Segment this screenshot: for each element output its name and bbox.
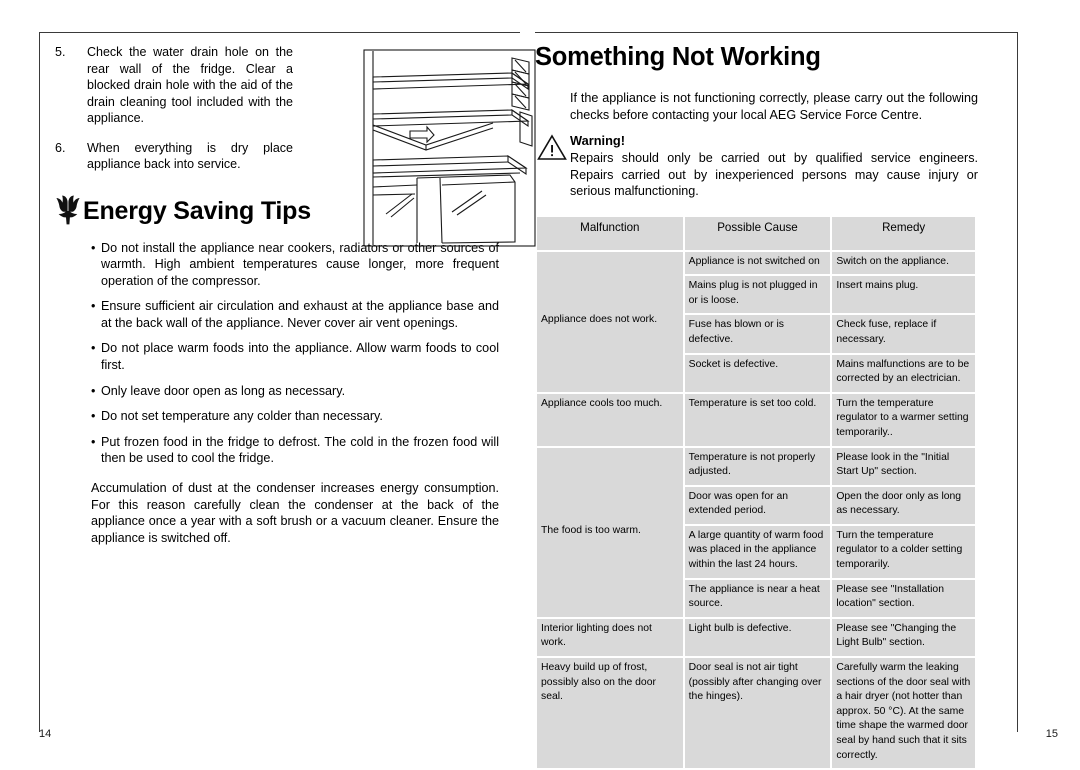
list-item: 5. Check the water drain hole on the rea… xyxy=(55,44,293,127)
cell-remedy: Please see "Installation location" secti… xyxy=(832,579,975,617)
left-page-side-rule xyxy=(39,32,40,732)
left-page: 5. Check the water drain hole on the rea… xyxy=(0,0,536,763)
page-title: Something Not Working xyxy=(535,43,821,71)
cell-cause: Door seal is not air tight (possibly aft… xyxy=(684,658,831,769)
flower-icon xyxy=(55,195,81,225)
table-row: Appliance cools too much. Temperature is… xyxy=(537,393,975,446)
bullet-marker: • xyxy=(91,383,96,398)
left-page-top-rule xyxy=(39,32,520,33)
table-row: The food is too warm. Temperature is not… xyxy=(537,447,975,617)
page-number-left: 14 xyxy=(39,728,52,740)
list-item: • Do not set temperature any colder than… xyxy=(91,408,499,425)
left-page-content: 5. Check the water drain hole on the rea… xyxy=(55,44,536,546)
cell-cause: Fuse has blown or is defective. xyxy=(684,315,831,353)
column-header-possible-cause: Possible Cause xyxy=(684,216,831,250)
list-item: 6. When everything is dry place applianc… xyxy=(55,140,293,173)
table-row: Interior lighting does not work. Light b… xyxy=(537,618,975,657)
list-item: • Do not place warm foods into the appli… xyxy=(91,340,499,373)
right-page: Something Not Working If the appliance i… xyxy=(520,0,1080,769)
page-number-right: 15 xyxy=(1045,728,1058,740)
right-page-side-rule xyxy=(1017,32,1018,732)
cell-cause: Light bulb is defective. xyxy=(684,618,831,657)
energy-tips-list: • Do not install the appliance near cook… xyxy=(91,240,499,468)
bullet-marker: • xyxy=(91,409,96,424)
step-number: 5. xyxy=(55,45,66,59)
intro-paragraph: If the appliance is not functioning corr… xyxy=(570,91,978,122)
numbered-steps-list: 5. Check the water drain hole on the rea… xyxy=(55,44,293,173)
cell-cause: Temperature is not properly adjusted. xyxy=(684,447,831,485)
cell-remedy: Open the door only as long as necessary. xyxy=(832,486,975,524)
cell-remedy: Switch on the appliance. xyxy=(832,251,975,275)
cell-malfunction: Interior lighting does not work. xyxy=(537,618,683,657)
cell-cause: A large quantity of warm food was placed… xyxy=(684,525,831,578)
cell-remedy: Please look in the "Initial Start Up" se… xyxy=(832,447,975,485)
cell-malfunction: Appliance cools too much. xyxy=(537,393,683,446)
cell-remedy: Turn the temperature regulator to a cold… xyxy=(832,525,975,578)
tip-text: Do not set temperature any colder than n… xyxy=(101,409,383,424)
cell-cause: Door was open for an extended period. xyxy=(684,486,831,524)
cell-malfunction: The food is too warm. xyxy=(537,447,683,617)
warning-triangle-icon xyxy=(537,134,567,161)
right-page-content: Something Not Working If the appliance i… xyxy=(535,42,1017,770)
page-title: Energy Saving Tips xyxy=(83,196,311,225)
bullet-marker: • xyxy=(91,299,96,314)
tip-text: Put frozen food in the fridge to defrost… xyxy=(101,434,499,466)
troubleshooting-table: Malfunction Possible Cause Remedy Applia… xyxy=(535,215,977,770)
cell-remedy: Please see "Changing the Light Bulb" sec… xyxy=(832,618,975,657)
step-number: 6. xyxy=(55,140,66,155)
warning-block: Warning! Repairs should only be carried … xyxy=(537,132,978,200)
tip-text: Do not place warm foods into the applian… xyxy=(101,341,499,373)
bullet-marker: • xyxy=(91,341,96,356)
cell-cause: Appliance is not switched on xyxy=(684,251,831,275)
cell-remedy: Mains malfunctions are to be corrected b… xyxy=(832,354,975,392)
list-item: • Ensure sufficient air circulation and … xyxy=(91,298,499,331)
right-page-top-rule xyxy=(535,32,1018,33)
table-header-row: Malfunction Possible Cause Remedy xyxy=(537,216,975,250)
cell-malfunction: Heavy build up of frost, possibly also o… xyxy=(537,658,683,769)
cell-remedy: Carefully warm the leaking sections of t… xyxy=(832,658,975,769)
cell-cause: The appliance is near a heat source. xyxy=(684,579,831,617)
column-header-malfunction: Malfunction xyxy=(537,216,683,250)
document-spread: 5. Check the water drain hole on the rea… xyxy=(0,0,1080,769)
bullet-marker: • xyxy=(91,240,96,255)
cell-remedy: Insert mains plug. xyxy=(832,276,975,314)
cell-remedy: Turn the temperature regulator to a warm… xyxy=(832,393,975,446)
step-text: When everything is dry place appliance b… xyxy=(87,140,293,172)
column-header-remedy: Remedy xyxy=(832,216,975,250)
tip-text: Only leave door open as long as necessar… xyxy=(101,383,346,398)
warning-text: Repairs should only be carried out by qu… xyxy=(570,151,978,199)
warning-label: Warning! xyxy=(570,133,625,149)
cell-cause: Socket is defective. xyxy=(684,354,831,392)
table-row: Appliance does not work. Appliance is no… xyxy=(537,251,975,392)
energy-closing-paragraph: Accumulation of dust at the condenser in… xyxy=(91,481,499,545)
cell-remedy: Check fuse, replace if necessary. xyxy=(832,315,975,353)
list-item: • Only leave door open as long as necess… xyxy=(91,383,499,400)
list-item: • Put frozen food in the fridge to defro… xyxy=(91,434,499,467)
cell-cause: Mains plug is not plugged in or is loose… xyxy=(684,276,831,314)
cell-cause: Temperature is set too cold. xyxy=(684,393,831,446)
tip-text: Ensure sufficient air circulation and ex… xyxy=(101,299,499,330)
table-row: Heavy build up of frost, possibly also o… xyxy=(537,658,975,769)
bullet-marker: • xyxy=(91,434,96,449)
step-text: Check the water drain hole on the rear w… xyxy=(87,45,293,125)
cell-malfunction: Appliance does not work. xyxy=(537,251,683,392)
